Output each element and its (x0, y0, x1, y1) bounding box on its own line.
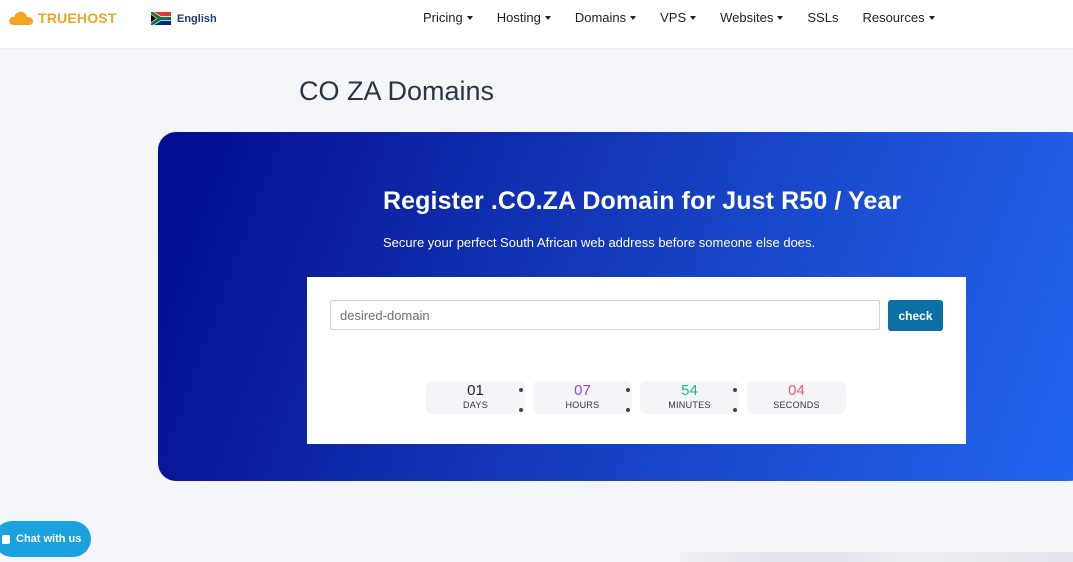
domain-search-input[interactable] (330, 300, 880, 330)
countdown-minutes: 54 MINUTES (640, 381, 739, 414)
countdown-separator (626, 388, 630, 412)
main-nav: Pricing Hosting Domains VPS Websites SSL… (423, 10, 935, 25)
countdown-label: MINUTES (668, 400, 711, 410)
top-navigation-bar: TRUEHOST English Pricing Hosting Domains (0, 0, 1073, 49)
language-label: English (177, 12, 217, 25)
chat-with-us-button[interactable]: Chat with us (0, 521, 91, 557)
hero-title: Register .CO.ZA Domain for Just R50 / Ye… (383, 187, 902, 215)
nav-item-resources[interactable]: Resources (862, 10, 935, 25)
brand-name: TRUEHOST (38, 10, 117, 26)
countdown-value: 01 (467, 382, 484, 399)
chat-label: Chat with us (16, 533, 82, 545)
countdown-days: 01 DAYS (426, 381, 525, 414)
countdown-value: 04 (788, 382, 805, 399)
language-selector[interactable]: English (151, 12, 217, 25)
south-africa-flag-icon (151, 12, 171, 25)
cloud-logo-icon (9, 11, 33, 25)
countdown-value: 54 (681, 382, 698, 399)
chat-bubble-icon (2, 534, 10, 544)
caret-down-icon (928, 16, 935, 20)
caret-down-icon (690, 16, 697, 20)
countdown-label: DAYS (462, 400, 489, 410)
countdown-label: HOURS (565, 400, 600, 410)
countdown-hours: 07 HOURS (533, 381, 632, 414)
hero-subtitle: Secure your perfect South African web ad… (383, 235, 816, 250)
nav-label: SSLs (807, 10, 839, 25)
truehost-logo[interactable]: TRUEHOST (8, 9, 117, 27)
caret-down-icon (630, 16, 637, 20)
check-button[interactable]: check (888, 300, 943, 331)
nav-item-websites[interactable]: Websites (720, 10, 784, 25)
nav-label: Pricing (423, 10, 463, 25)
nav-label: VPS (660, 10, 687, 25)
nav-item-ssls[interactable]: SSLs (807, 10, 838, 25)
countdown-separator (733, 388, 737, 412)
countdown-seconds: 04 SECONDS (747, 381, 846, 414)
nav-item-pricing[interactable]: Pricing (423, 10, 473, 25)
nav-label: Resources (862, 10, 925, 25)
countdown-label: SECONDS (773, 400, 820, 410)
caret-down-icon (466, 16, 473, 20)
countdown-separator (519, 388, 523, 412)
countdown-value: 07 (574, 382, 591, 399)
nav-label: Websites (720, 10, 774, 25)
caret-down-icon (544, 16, 551, 20)
nav-label: Domains (574, 10, 627, 25)
nav-item-domains[interactable]: Domains (574, 10, 637, 25)
nav-item-vps[interactable]: VPS (660, 10, 697, 25)
bottom-section-preview (680, 552, 1073, 562)
caret-down-icon (777, 16, 784, 20)
nav-label: Hosting (496, 10, 541, 25)
nav-item-hosting[interactable]: Hosting (497, 10, 551, 25)
page-title: CO ZA Domains (299, 76, 495, 106)
